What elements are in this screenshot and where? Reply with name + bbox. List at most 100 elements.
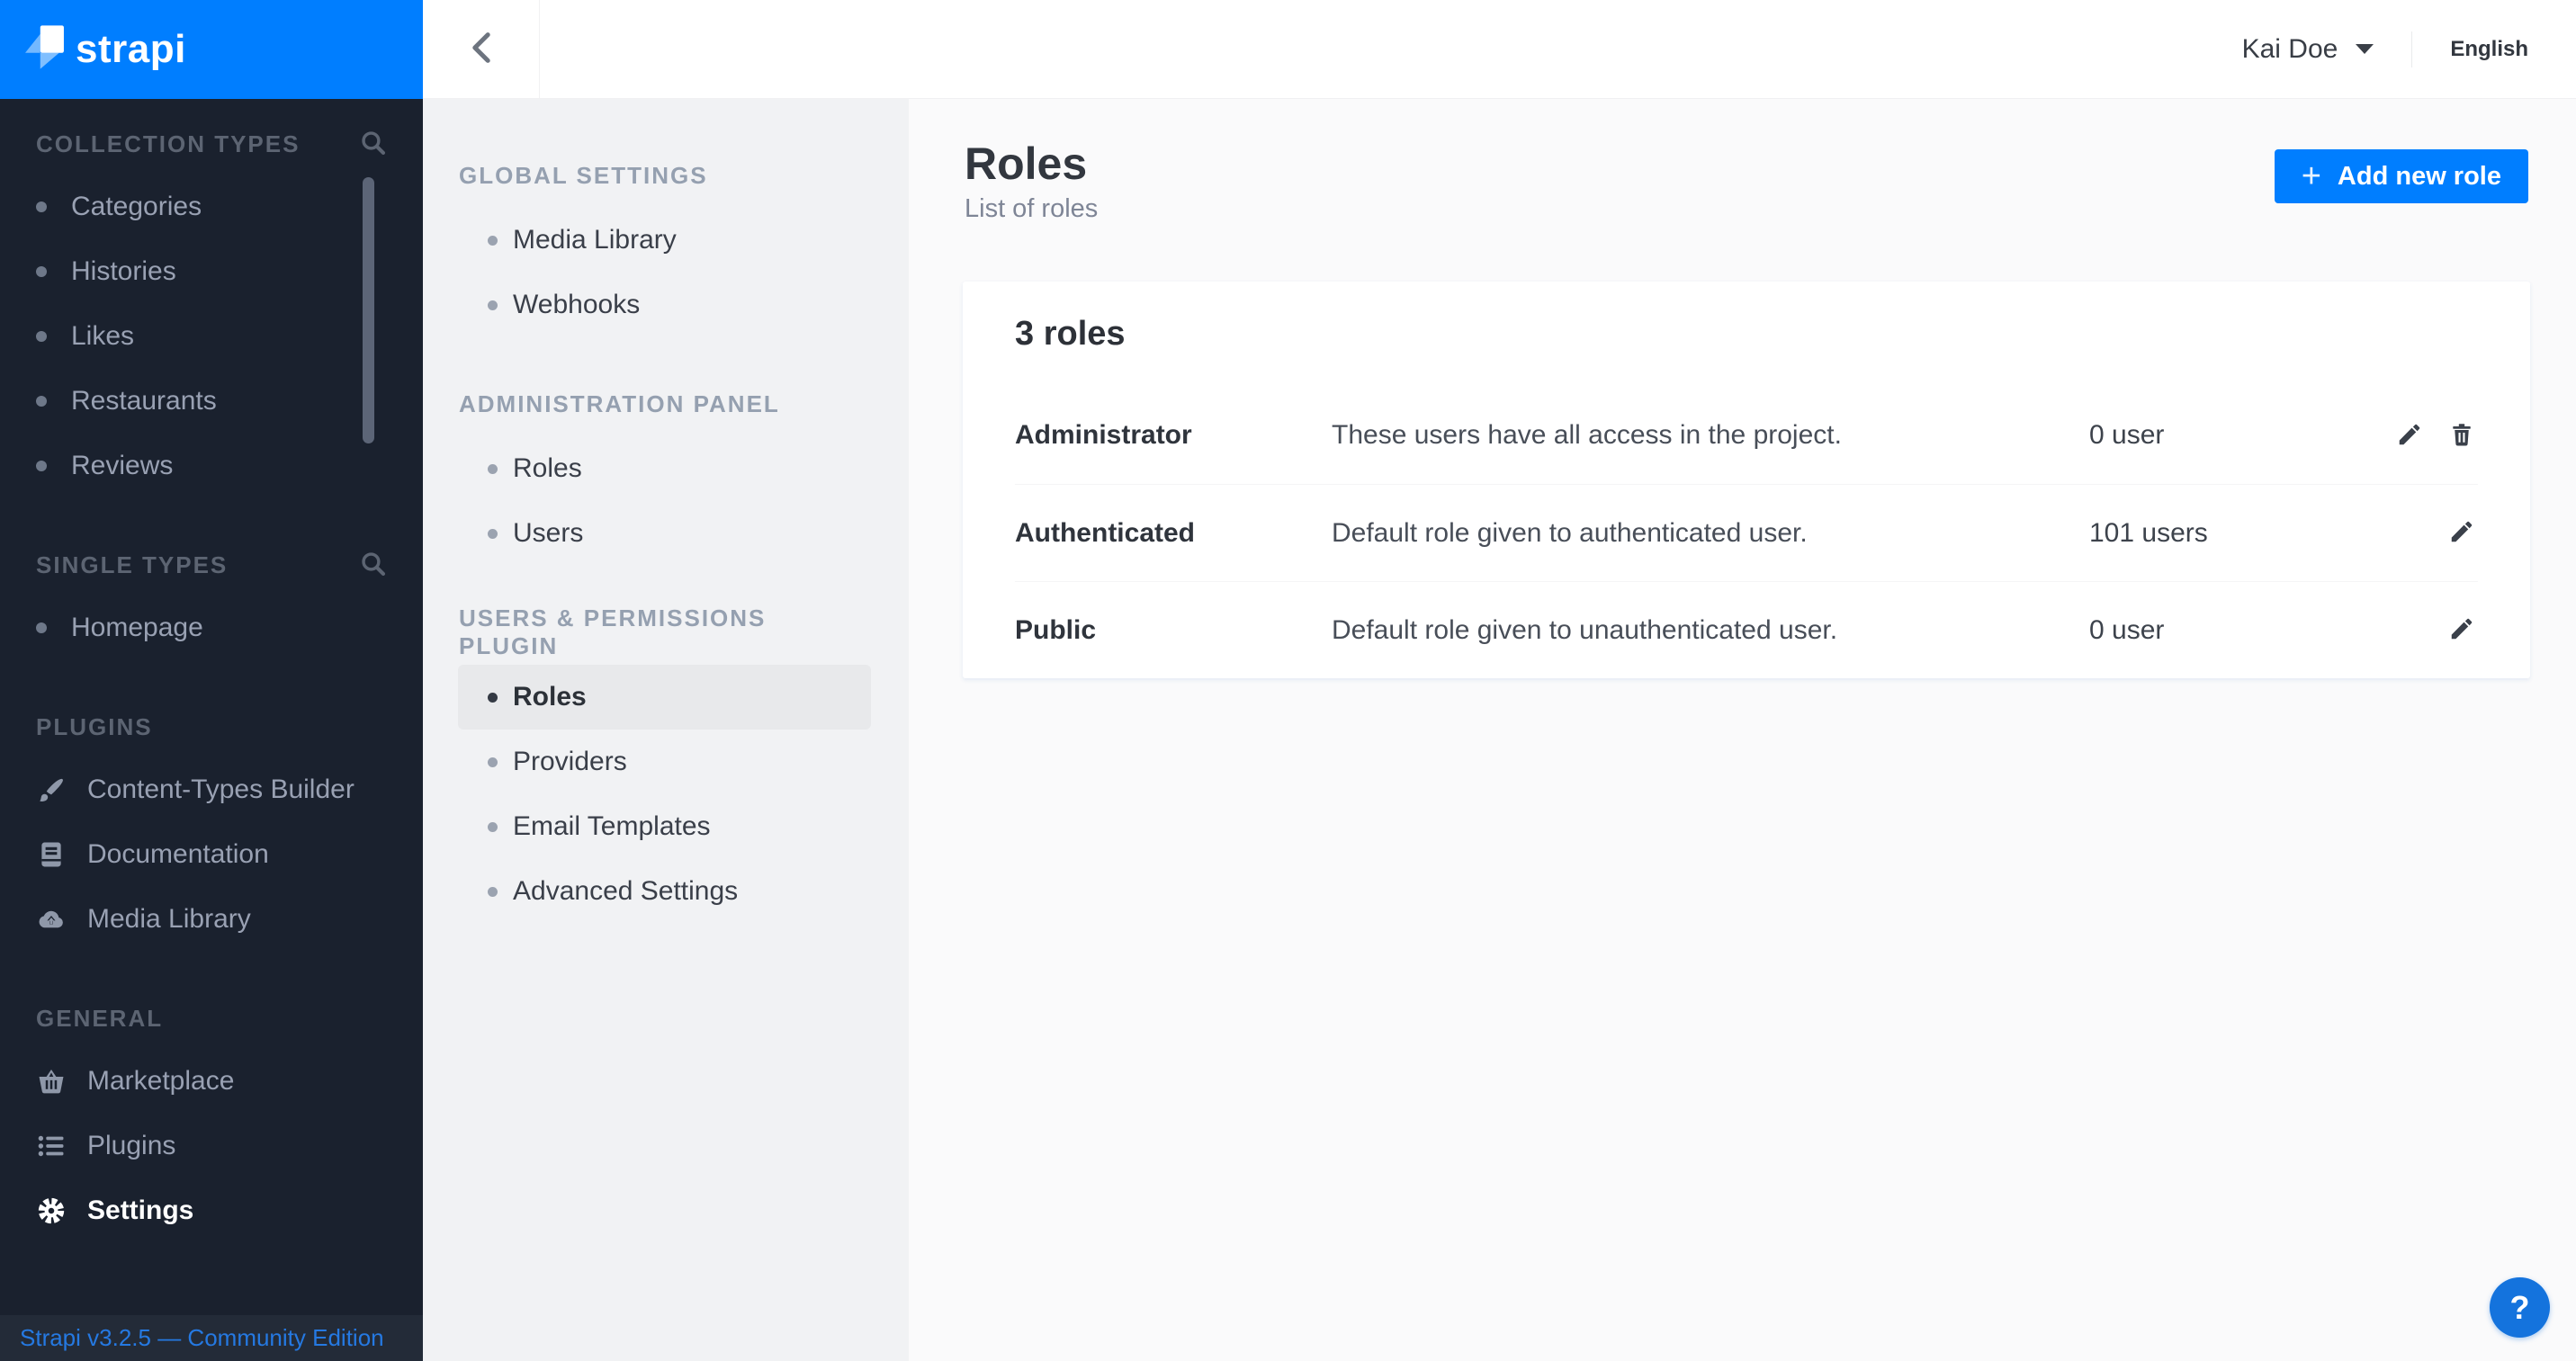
settings-item-media-library[interactable]: Media Library <box>423 208 909 273</box>
add-new-role-button[interactable]: + Add new role <box>2275 149 2528 203</box>
search-button[interactable] <box>360 551 387 580</box>
logo-wordmark: strapi <box>76 27 186 72</box>
sidebar-item-reviews[interactable]: Reviews <box>0 434 423 498</box>
brush-icon <box>36 775 67 805</box>
sidebar-item-likes[interactable]: Likes <box>0 304 423 369</box>
users-permissions-section: USERS & PERMISSIONS PLUGIN Roles Provide… <box>423 613 909 924</box>
language-selector[interactable]: English <box>2450 37 2528 62</box>
help-button[interactable]: ? <box>2490 1277 2550 1338</box>
sidebar-item-documentation[interactable]: Documentation <box>0 822 423 887</box>
bullet-icon <box>36 201 47 212</box>
row-actions <box>2446 614 2478 647</box>
roles-table: Administrator These users have all acces… <box>963 387 2530 678</box>
sidebar-item-media-library[interactable]: Media Library <box>0 887 423 952</box>
bullet-icon <box>36 622 47 633</box>
settings-item-email-templates[interactable]: Email Templates <box>423 794 909 859</box>
role-description: Default role given to unauthenticated us… <box>1332 615 2089 646</box>
plus-icon: + <box>2302 159 2321 193</box>
sidebar-item-homepage[interactable]: Homepage <box>0 595 423 660</box>
pencil-icon <box>2396 421 2423 451</box>
edit-button[interactable] <box>2446 614 2478 647</box>
section-title: ADMINISTRATION PANEL <box>459 390 780 418</box>
settings-item-webhooks[interactable]: Webhooks <box>423 273 909 337</box>
general-section: GENERAL Marketplace Plugins <box>0 998 423 1243</box>
search-icon <box>360 551 387 580</box>
role-description: Default role given to authenticated user… <box>1332 518 2089 549</box>
bullet-icon <box>36 331 47 342</box>
settings-item-roles[interactable]: Roles <box>458 665 871 730</box>
settings-item-admin-roles[interactable]: Roles <box>423 436 909 501</box>
sidebar-item-settings[interactable]: Settings <box>0 1178 423 1243</box>
page-subtitle: List of roles <box>965 194 1098 224</box>
role-name: Public <box>1015 615 1332 646</box>
bullet-icon <box>488 236 498 246</box>
pencil-icon <box>2448 518 2475 548</box>
roles-card: 3 roles Administrator These users have a… <box>963 282 2530 678</box>
bullet-icon <box>488 300 498 310</box>
sidebar-item-histories[interactable]: Histories <box>0 239 423 304</box>
delete-button[interactable] <box>2446 419 2478 452</box>
book-icon <box>36 839 67 870</box>
strapi-admin-app: Kai Doe English strapi COLLECTION TYPES <box>0 0 2576 1361</box>
strapi-logo[interactable]: strapi <box>0 0 423 99</box>
page-header: Roles List of roles <box>965 140 1098 224</box>
sidebar-scrollbar[interactable] <box>363 177 374 443</box>
role-users-count: 101 users <box>2089 518 2446 549</box>
user-menu[interactable]: Kai Doe <box>2242 34 2374 65</box>
sidebar-item-categories[interactable]: Categories <box>0 175 423 239</box>
version-link[interactable]: Strapi v3.2.5 — Community Edition <box>20 1324 384 1352</box>
section-title: GENERAL <box>36 1005 163 1033</box>
role-name: Administrator <box>1015 420 1332 451</box>
bullet-icon <box>488 757 498 767</box>
bullet-icon <box>488 887 498 897</box>
table-row-authenticated[interactable]: Authenticated Default role given to auth… <box>1015 484 2478 581</box>
add-new-role-label: Add new role <box>2338 162 2501 192</box>
search-button[interactable] <box>360 130 387 159</box>
edit-button[interactable] <box>2446 517 2478 550</box>
administration-panel-section: ADMINISTRATION PANEL Roles Users <box>423 384 909 566</box>
sidebar-item-marketplace[interactable]: Marketplace <box>0 1049 423 1114</box>
role-name: Authenticated <box>1015 518 1332 549</box>
section-title: COLLECTION TYPES <box>36 130 300 158</box>
sidebar-item-content-types-builder[interactable]: Content-Types Builder <box>0 757 423 822</box>
cloud-upload-icon <box>36 904 67 935</box>
pencil-icon <box>2448 615 2475 645</box>
collection-types-section: COLLECTION TYPES Categories Histories Li… <box>0 124 423 498</box>
section-header: ADMINISTRATION PANEL <box>423 384 909 424</box>
role-description: These users have all access in the proje… <box>1332 420 2089 451</box>
global-settings-section: GLOBAL SETTINGS Media Library Webhooks <box>423 156 909 337</box>
bullet-icon <box>488 529 498 539</box>
sidebar-item-plugins[interactable]: Plugins <box>0 1114 423 1178</box>
role-users-count: 0 user <box>2089 420 2393 451</box>
bullet-icon <box>488 693 498 703</box>
bullet-icon <box>488 464 498 474</box>
user-name: Kai Doe <box>2242 34 2338 65</box>
bullet-icon <box>36 266 47 277</box>
edit-button[interactable] <box>2393 419 2426 452</box>
settings-item-admin-users[interactable]: Users <box>423 501 909 566</box>
sidebar-item-restaurants[interactable]: Restaurants <box>0 369 423 434</box>
section-header: USERS & PERMISSIONS PLUGIN <box>423 613 909 652</box>
settings-item-providers[interactable]: Providers <box>423 730 909 794</box>
section-title: USERS & PERMISSIONS PLUGIN <box>459 604 873 660</box>
row-actions <box>2393 419 2478 452</box>
role-users-count: 0 user <box>2089 615 2446 646</box>
chevron-down-icon <box>2356 44 2374 54</box>
settings-item-advanced-settings[interactable]: Advanced Settings <box>423 859 909 924</box>
page-title: Roles <box>965 140 1098 187</box>
settings-sidebar: GLOBAL SETTINGS Media Library Webhooks A… <box>423 99 909 1361</box>
search-icon <box>360 130 387 159</box>
section-header: GENERAL <box>0 998 423 1038</box>
section-header: PLUGINS <box>0 707 423 747</box>
table-row-administrator[interactable]: Administrator These users have all acces… <box>1015 387 2478 484</box>
basket-icon <box>36 1066 67 1097</box>
top-bar-right: Kai Doe English <box>2242 0 2528 98</box>
trash-icon <box>2448 421 2475 451</box>
list-icon <box>36 1131 67 1161</box>
table-row-public[interactable]: Public Default role given to unauthentic… <box>1015 581 2478 678</box>
chevron-left-icon <box>468 31 495 67</box>
back-button[interactable] <box>423 0 540 98</box>
bullet-icon <box>36 461 47 471</box>
section-header: COLLECTION TYPES <box>0 124 423 164</box>
gear-icon <box>36 1195 67 1226</box>
